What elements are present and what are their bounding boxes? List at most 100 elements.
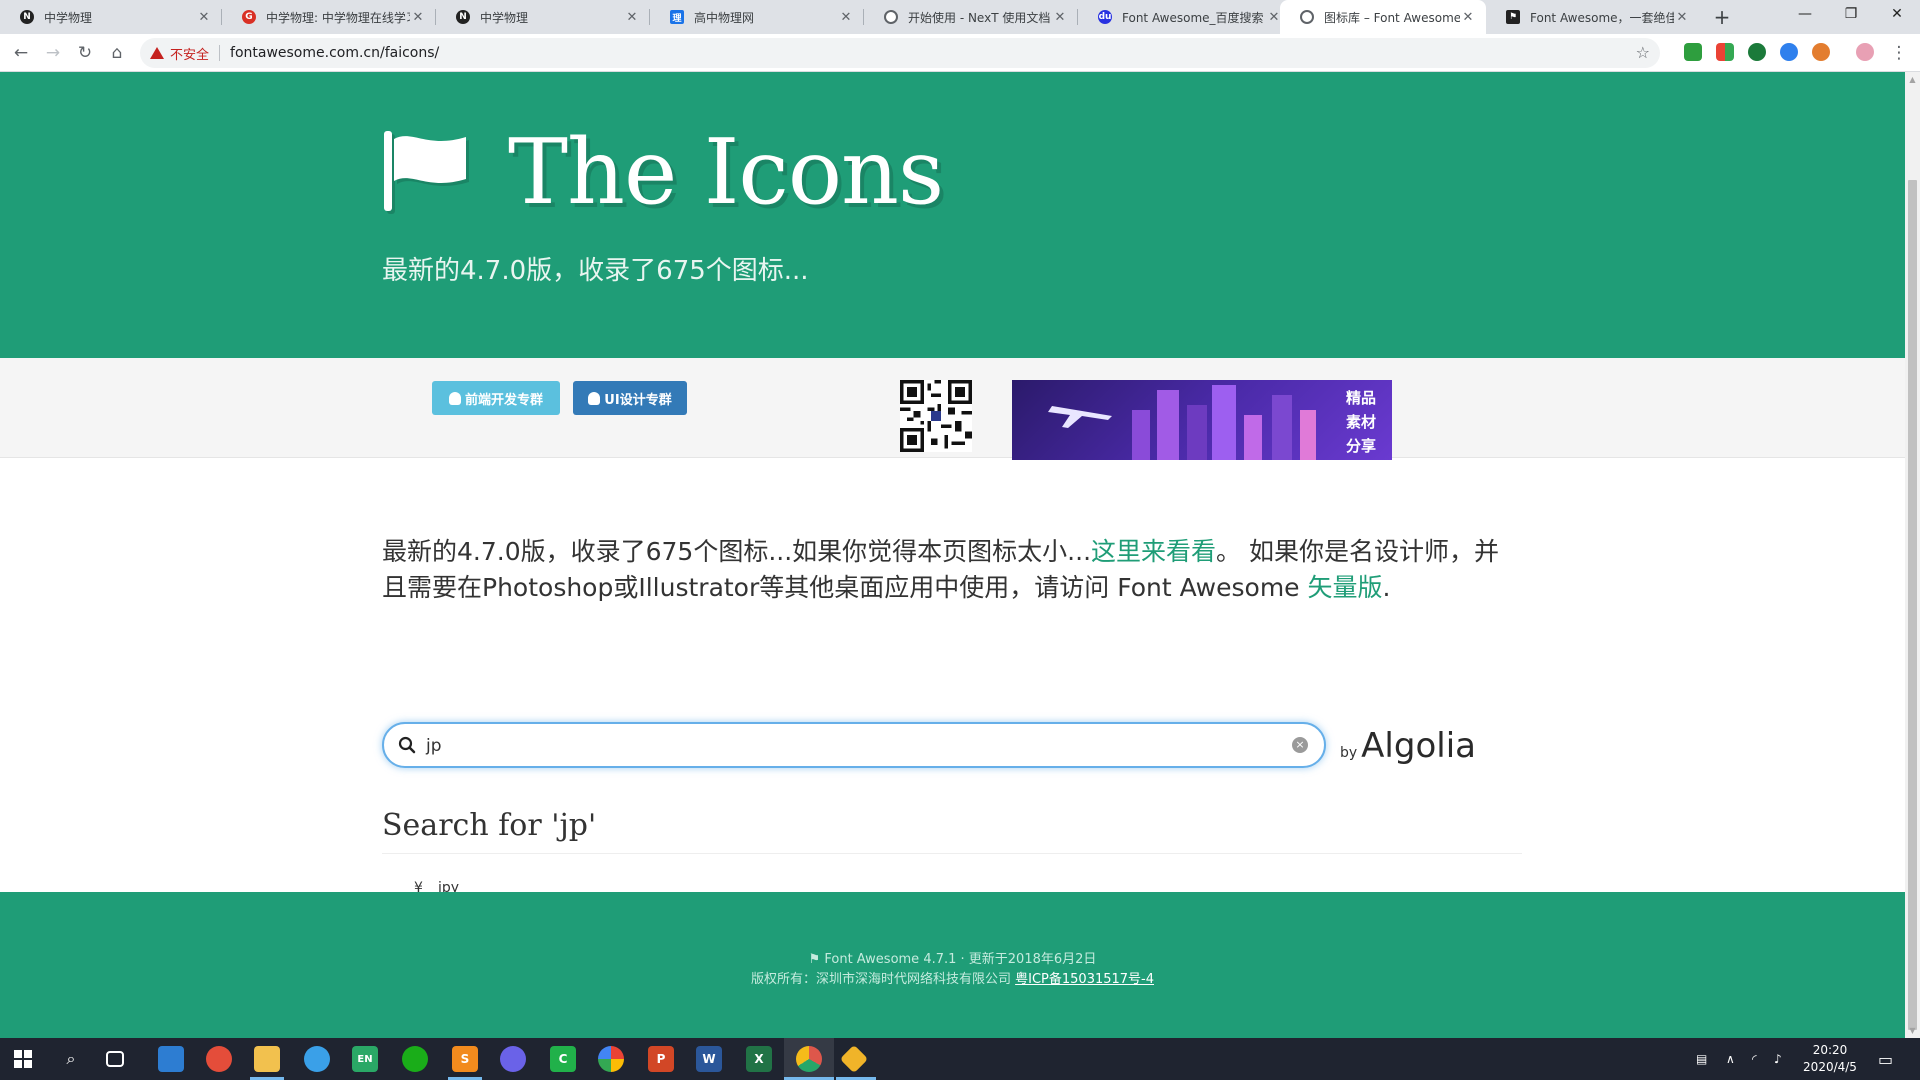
maximize-button[interactable]: ❐ [1828,0,1874,30]
vector-version-link[interactable]: 矢量版 [1308,573,1383,602]
tab-label: 开始使用 - NexT 使用文档 [908,10,1051,25]
tab-2[interactable]: G 中学物理: 中学物理在线学习 ✕ [222,0,436,34]
tab-strip: N 中学物理 ✕ G 中学物理: 中学物理在线学习 ✕ N 中学物理 ✕ 理 高… [0,0,1920,34]
close-icon[interactable]: ✕ [624,10,640,25]
close-icon[interactable]: ✕ [838,10,854,25]
volume-icon[interactable]: ♪ [1774,1038,1782,1080]
notification-icon[interactable]: ▭ [1878,1038,1893,1080]
extension-icon[interactable] [1812,43,1830,61]
close-icon[interactable]: ✕ [196,10,212,25]
minimize-button[interactable]: — [1782,0,1828,30]
word-icon[interactable]: W [696,1046,722,1072]
search-value[interactable]: jp [426,736,442,756]
close-icon[interactable]: ✕ [1052,10,1068,25]
frontend-group-button[interactable]: 前端开发专群 [432,381,560,415]
scroll-down-icon[interactable]: ▼ [1908,1026,1917,1035]
wifi-icon[interactable]: ◜ [1752,1038,1757,1080]
clear-search-icon[interactable]: × [1292,737,1308,753]
extension-icon[interactable] [1716,43,1734,61]
algolia-logo: Algolia [1361,726,1476,766]
avatar[interactable] [1856,43,1874,61]
site-icon: 理 [670,10,684,24]
excel-icon[interactable]: X [746,1046,772,1072]
bookmark-star-icon[interactable]: ☆ [1636,43,1650,62]
browser-toolbar: ← → ↻ ⌂ 不安全 fontawesome.com.cn/faicons/ … [0,34,1920,72]
tab-1[interactable]: N 中学物理 ✕ [0,0,222,34]
intro-paragraph: 最新的4.7.0版，收录了675个图标...如果你觉得本页图标太小...这里来看… [382,534,1522,606]
ui-design-group-button[interactable]: UI设计专群 [573,381,687,415]
app-icon[interactable] [598,1046,624,1072]
city-illustration [1048,385,1316,460]
tab-5[interactable]: 开始使用 - NexT 使用文档 ✕ [864,0,1078,34]
windows-start-icon[interactable] [10,1046,36,1072]
extension-icon[interactable] [1748,43,1766,61]
button-label: 前端开发专群 [464,392,543,408]
tab-3[interactable]: N 中学物理 ✕ [436,0,650,34]
button-label: UI设计专群 [604,392,672,408]
ad-bar: 前端开发专群 UI设计专群 精品 素材 分享 [0,358,1905,460]
wechat-icon[interactable] [402,1046,428,1072]
file-explorer-icon[interactable] [254,1046,280,1072]
flag-icon: ⚑ [808,952,825,967]
warning-icon [150,47,164,59]
active-app-highlight [784,1038,834,1080]
icon-search-input[interactable]: jp × [382,722,1326,768]
qr-code[interactable] [900,380,972,452]
cloud-icon[interactable] [304,1046,330,1072]
git-icon[interactable] [839,1044,869,1074]
intro-text: 最新的4.7.0版，收录了675个图标...如果你觉得本页图标太小... [382,537,1092,566]
taskbar-clock[interactable]: 20:20 2020/4/5 [1790,1042,1870,1076]
close-icon[interactable]: ✕ [1460,10,1476,25]
tab-7-active[interactable]: 图标库 – Font Awesome 中 ✕ [1280,0,1486,34]
globe-icon [1300,10,1314,24]
icp-link[interactable]: 粤ICP备15031517号-4 [1015,972,1154,987]
tab-4[interactable]: 理 高中物理网 ✕ [650,0,864,34]
home-icon[interactable]: ⌂ [104,40,130,66]
tab-label: 中学物理: 中学物理在线学习 [266,10,410,25]
page-title-row: The Icons [382,120,944,225]
powerpoint-icon[interactable]: P [648,1046,674,1072]
back-icon[interactable]: ← [8,40,34,66]
camtasia-icon[interactable]: C [550,1046,576,1072]
flag-icon [384,130,469,214]
tab-6[interactable]: du Font Awesome_百度搜索 ✕ [1078,0,1292,34]
search-icon [398,736,416,754]
tray-chevron-icon[interactable]: ∧ [1726,1038,1735,1080]
scroll-up-icon[interactable]: ▲ [1908,75,1917,84]
forward-icon[interactable]: → [40,40,66,66]
page-subtitle: 最新的4.7.0版，收录了675个图标... [382,256,809,286]
scroll-thumb[interactable] [1908,180,1917,1030]
close-icon[interactable]: ✕ [410,10,426,25]
globe-icon [884,10,898,24]
sublime-icon[interactable]: S [452,1046,478,1072]
store-icon[interactable] [158,1046,184,1072]
shield-extension-icon[interactable] [1684,43,1702,61]
close-icon[interactable]: ✕ [1674,10,1690,25]
extension-icon[interactable] [1780,43,1798,61]
tab-label: Font Awesome_百度搜索 [1122,10,1264,25]
task-view-icon[interactable] [106,1051,124,1067]
app-icon[interactable] [206,1046,232,1072]
url-text[interactable]: fontawesome.com.cn/faicons/ [230,45,439,61]
algolia-attribution[interactable]: by Algolia [1340,726,1476,766]
security-label[interactable]: 不安全 [170,44,209,63]
search-icon[interactable]: ⌕ [58,1046,84,1072]
tab-8[interactable]: ⚑ Font Awesome，一套绝佳 ✕ [1486,0,1700,34]
hero-banner: The Icons 最新的4.7.0版，收录了675个图标... [0,72,1905,358]
page-footer: ⚑ Font Awesome 4.7.1 · 更新于2018年6月2日 版权所有… [0,892,1905,1038]
app-icon[interactable] [500,1046,526,1072]
page-scrollbar[interactable]: ▲ ▼ [1905,72,1920,1038]
view-larger-link[interactable]: 这里来看看 [1091,537,1216,566]
address-bar[interactable]: 不安全 fontawesome.com.cn/faicons/ ☆ [140,38,1660,68]
menu-kebab-icon[interactable]: ⋮ [1886,40,1912,66]
promo-banner[interactable]: 精品 素材 分享 [1012,380,1392,460]
new-tab-button[interactable]: + [1710,5,1734,29]
qq-icon [588,391,601,405]
en-keyboard-icon[interactable]: EN [352,1046,378,1072]
intro-text: . [1382,573,1391,602]
reload-icon[interactable]: ↻ [72,40,98,66]
tab-label: 高中物理网 [694,10,755,25]
tray-ime-icon[interactable]: ▤ [1696,1038,1707,1080]
close-window-button[interactable]: ✕ [1874,0,1920,30]
tab-label: Font Awesome，一套绝佳 [1530,10,1674,25]
